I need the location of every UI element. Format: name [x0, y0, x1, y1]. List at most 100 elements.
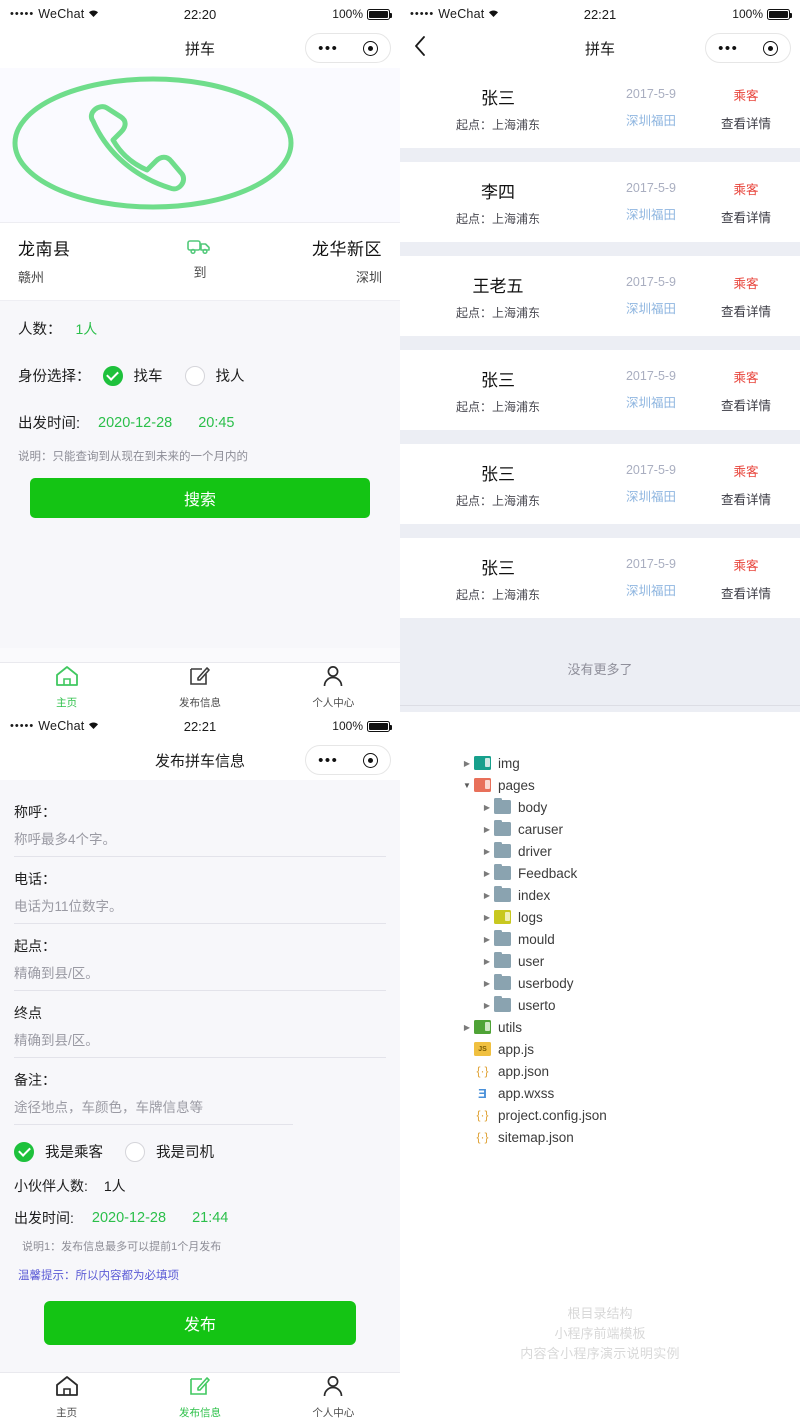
chevron-right-icon[interactable]: ▶: [480, 913, 494, 922]
tree-folder-item[interactable]: ▶ utils: [460, 1016, 800, 1038]
wechat-capsule[interactable]: •••: [705, 33, 791, 63]
chevron-right-icon[interactable]: ▶: [460, 759, 474, 768]
tree-folder-item[interactable]: ▶ userbody: [460, 972, 800, 994]
table-row[interactable]: 张三 起点：上海浦东 2017-5-9 深圳福田 乘客 查看详情: [400, 68, 800, 148]
tree-file-item[interactable]: sitemap.json: [460, 1126, 800, 1148]
more-dots-icon[interactable]: •••: [318, 753, 338, 768]
chevron-right-icon[interactable]: ▶: [460, 1023, 474, 1032]
chevron-right-icon[interactable]: ▶: [480, 979, 494, 988]
table-row[interactable]: 张三 起点：上海浦东 2017-5-9 深圳福田 乘客 查看详情: [400, 444, 800, 524]
view-detail-link[interactable]: 查看详情: [706, 113, 786, 132]
wechat-capsule[interactable]: •••: [305, 745, 391, 775]
wechat-capsule[interactable]: •••: [305, 33, 391, 63]
row-right-col: 乘客 查看详情: [706, 461, 786, 508]
partners-value[interactable]: 1人: [104, 1176, 126, 1196]
file-tree: ▶ img ▼ pages ▶ body ▶ caruser ▶ driver ▶ Feedback ▶…: [400, 712, 800, 1148]
panel-search: ••••• WeChat 22:20 100% 拼车 ••• 龙南县 赣州 到 …: [0, 0, 400, 712]
chevron-left-icon[interactable]: [414, 36, 426, 60]
status-badge: 乘客: [733, 370, 759, 385]
tab-profile[interactable]: 个人中心: [267, 665, 400, 710]
table-row[interactable]: 王老五 起点：上海浦东 2017-5-9 深圳福田 乘客 查看详情: [400, 256, 800, 336]
radio-find-person[interactable]: [184, 365, 205, 386]
publish-button[interactable]: 发布: [44, 1301, 356, 1345]
chevron-right-icon[interactable]: ▶: [480, 847, 494, 856]
tab-publish[interactable]: 发布信息: [133, 665, 266, 710]
table-row[interactable]: 李四 起点：上海浦东 2017-5-9 深圳福田 乘客 查看详情: [400, 162, 800, 242]
tree-folder-item[interactable]: ▶ mould: [460, 928, 800, 950]
more-dots-icon[interactable]: •••: [718, 41, 738, 56]
field-phone-label: 电话：: [14, 871, 56, 887]
close-capsule-icon[interactable]: [362, 40, 378, 56]
tab-home[interactable]: 主页: [0, 665, 133, 710]
field-remark-label: 备注：: [14, 1072, 56, 1088]
view-detail-link[interactable]: 查看详情: [706, 395, 786, 414]
tree-folder-item[interactable]: ▶ index: [460, 884, 800, 906]
departure-date[interactable]: 2020-12-28: [98, 415, 172, 431]
origin-sub: 赣州: [18, 270, 45, 285]
rider-name: 张三: [481, 464, 515, 484]
tree-item-label: caruser: [518, 821, 564, 837]
tree-folder-item[interactable]: ▶ Feedback: [460, 862, 800, 884]
route-destination[interactable]: 龙华新区 深圳: [245, 235, 382, 286]
chevron-right-icon[interactable]: ▶: [480, 1001, 494, 1010]
chevron-down-icon[interactable]: ▼: [460, 781, 474, 790]
partners-row[interactable]: 小伙伴人数: 1人: [14, 1166, 386, 1198]
chevron-right-icon[interactable]: ▶: [480, 803, 494, 812]
nickname-input[interactable]: [14, 822, 386, 857]
json-icon: [474, 1108, 491, 1122]
radio-i-am-passenger[interactable]: [14, 1141, 34, 1162]
origin-input[interactable]: [14, 956, 386, 991]
tree-folder-item[interactable]: ▶ logs: [460, 906, 800, 928]
radio-i-am-passenger-label[interactable]: 我是乘客: [45, 1141, 103, 1162]
chevron-right-icon[interactable]: ▶: [480, 935, 494, 944]
rider-origin: 起点：上海浦东: [455, 399, 540, 414]
tree-folder-item[interactable]: ▶ img: [460, 752, 800, 774]
tree-file-item[interactable]: app.json: [460, 1060, 800, 1082]
tree-folder-item[interactable]: ▶ user: [460, 950, 800, 972]
destination-input[interactable]: [14, 1023, 386, 1058]
tree-folder-item[interactable]: ▶ driver: [460, 840, 800, 862]
close-capsule-icon[interactable]: [762, 40, 778, 56]
close-capsule-icon[interactable]: [362, 752, 378, 768]
tree-file-item[interactable]: app.js: [460, 1038, 800, 1060]
view-detail-link[interactable]: 查看详情: [706, 489, 786, 508]
view-detail-link[interactable]: 查看详情: [706, 207, 786, 226]
field-nickname: 称呼：: [14, 790, 386, 857]
tree-file-item[interactable]: app.wxss: [460, 1082, 800, 1104]
tree-folder-item[interactable]: ▶ caruser: [460, 818, 800, 840]
view-detail-link[interactable]: 查看详情: [706, 301, 786, 320]
radio-find-car[interactable]: [102, 365, 123, 386]
radio-find-car-label[interactable]: 找车: [134, 365, 163, 386]
publish-departure-time[interactable]: 21:44: [192, 1210, 228, 1226]
tree-file-item[interactable]: project.config.json: [460, 1104, 800, 1126]
remark-input[interactable]: [14, 1090, 293, 1125]
radio-i-am-driver-label[interactable]: 我是司机: [156, 1141, 214, 1162]
row-right-col: 乘客 查看详情: [706, 179, 786, 226]
chevron-right-icon[interactable]: ▶: [480, 869, 494, 878]
tree-folder-item[interactable]: ▶ userto: [460, 994, 800, 1016]
tab-profile[interactable]: 个人中心: [267, 1375, 400, 1420]
radio-i-am-driver[interactable]: [125, 1141, 145, 1162]
tab-publish[interactable]: 发布信息: [133, 1375, 266, 1420]
search-button[interactable]: 搜索: [30, 478, 370, 518]
departure-time[interactable]: 20:45: [198, 415, 234, 431]
hero-banner: [0, 68, 400, 223]
route-origin[interactable]: 龙南县 赣州: [18, 235, 155, 286]
people-count-row[interactable]: 人数： 1人: [0, 305, 400, 352]
table-row[interactable]: 张三 起点：上海浦东 2017-5-9 深圳福田 乘客 查看详情: [400, 538, 800, 618]
table-row[interactable]: 张三 起点：上海浦东 2017-5-9 深圳福田 乘客 查看详情: [400, 350, 800, 430]
chevron-right-icon[interactable]: ▶: [480, 891, 494, 900]
chevron-right-icon[interactable]: ▶: [480, 825, 494, 834]
tree-folder-item[interactable]: ▼ pages: [460, 774, 800, 796]
radio-find-person-label[interactable]: 找人: [216, 365, 245, 386]
chevron-right-icon[interactable]: ▶: [480, 957, 494, 966]
tree-folder-item[interactable]: ▶ body: [460, 796, 800, 818]
phone-input[interactable]: [14, 889, 386, 924]
view-detail-link[interactable]: 查看详情: [706, 583, 786, 602]
people-count-value[interactable]: 1人: [76, 319, 98, 339]
tabbar-search: 主页 发布信息 个人中心: [0, 662, 400, 712]
publish-departure-date[interactable]: 2020-12-28: [92, 1210, 166, 1226]
tab-home[interactable]: 主页: [0, 1375, 133, 1420]
more-dots-icon[interactable]: •••: [318, 41, 338, 56]
folder-utils-icon: [474, 1020, 491, 1034]
